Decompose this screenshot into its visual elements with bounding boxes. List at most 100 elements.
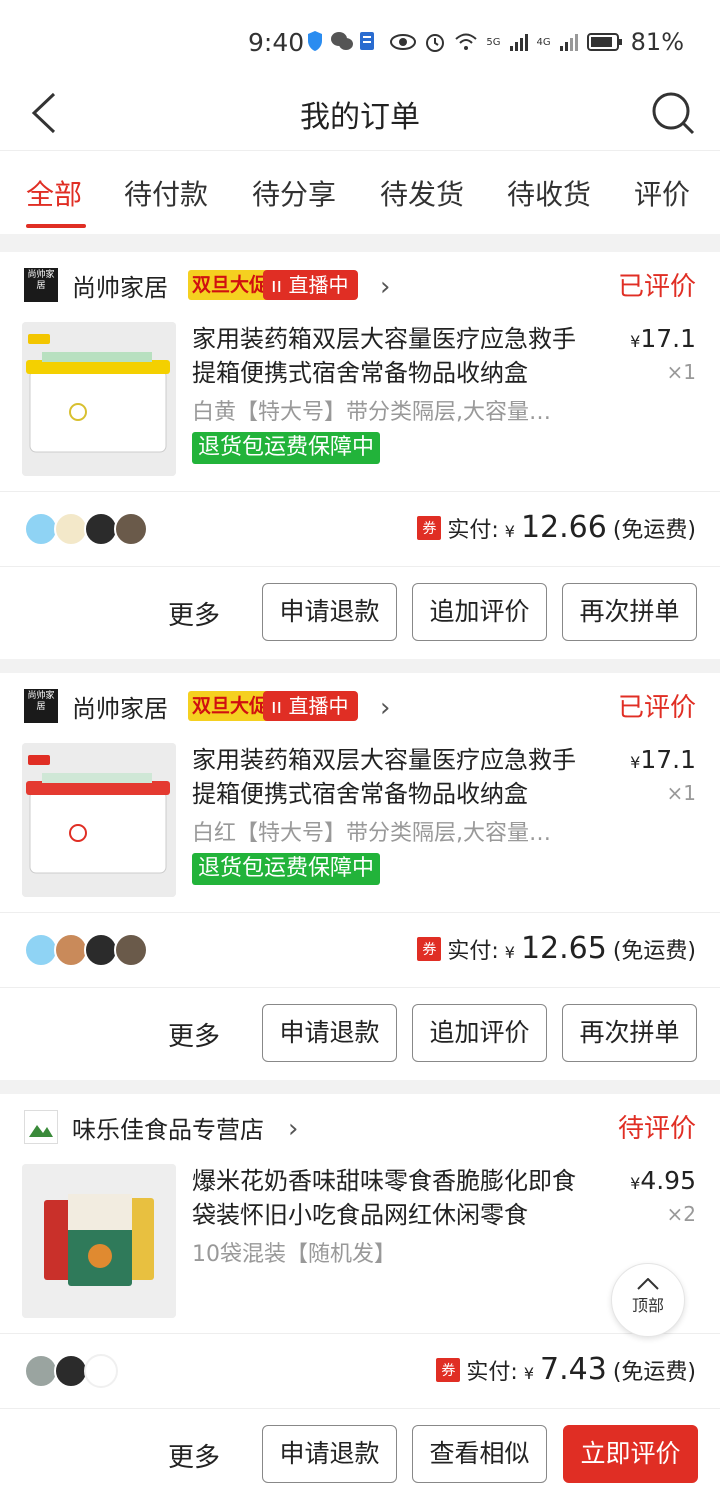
back-to-top-label: 顶部 bbox=[631, 1296, 664, 1315]
order-status: 已评价 bbox=[617, 272, 696, 302]
back-to-top-button[interactable]: 顶部 bbox=[611, 1263, 685, 1337]
medicine-box-image bbox=[22, 743, 176, 897]
avatar bbox=[84, 1354, 118, 1388]
guarantee-badge: 退货包运费保障中 bbox=[192, 853, 381, 885]
avatar bbox=[24, 933, 58, 967]
pay-row: 券 实付: ¥12.65 (免运费) bbox=[0, 912, 720, 987]
product-image[interactable] bbox=[22, 1164, 176, 1318]
shop-logo bbox=[24, 1110, 58, 1144]
signal-icon-2 bbox=[559, 34, 578, 51]
shop-name[interactable]: 尚帅家居 bbox=[72, 268, 168, 303]
status-bar: 9:40 5G 4G 81% bbox=[0, 0, 720, 80]
product-image[interactable] bbox=[22, 322, 176, 476]
avatar bbox=[114, 512, 148, 546]
search-icon[interactable] bbox=[650, 90, 696, 136]
pay-row: 券 实付: ¥7.43 (免运费) bbox=[0, 1333, 720, 1408]
pay-row: 券 实付: ¥12.66 (免运费) bbox=[0, 491, 720, 566]
avatar bbox=[84, 512, 118, 546]
order-card: 尚帅家居 尚帅家居 双旦大促 ıı 直播中 › 已评价 家用装药箱双层大容量医疗… bbox=[0, 673, 720, 1080]
coupon-badge: 券 bbox=[436, 1357, 461, 1382]
popcorn-bags-image bbox=[22, 1164, 176, 1318]
more-button[interactable]: 更多 bbox=[168, 595, 220, 632]
view-similar-button[interactable]: 查看相似 bbox=[412, 1425, 547, 1483]
review-now-button[interactable]: 立即评价 bbox=[563, 1425, 698, 1483]
chevron-right-icon[interactable]: › bbox=[380, 693, 390, 723]
shop-row[interactable]: 尚帅家居 尚帅家居 双旦大促 ıı 直播中 › 已评价 bbox=[0, 252, 720, 316]
product-qty: ×1 bbox=[666, 360, 696, 384]
live-bars-icon: ıı bbox=[271, 694, 289, 718]
product-price: ¥4.95 bbox=[630, 1166, 696, 1195]
avatar bbox=[54, 512, 88, 546]
shop-name[interactable]: 尚帅家居 bbox=[72, 689, 168, 724]
network-5g-label: 5G bbox=[486, 36, 501, 48]
more-button[interactable]: 更多 bbox=[168, 1437, 220, 1474]
chevron-up-icon bbox=[637, 1278, 659, 1290]
refund-button[interactable]: 申请退款 bbox=[262, 1425, 397, 1483]
order-tabs: 全部 待付款 待分享 待发货 待收货 评价 bbox=[0, 150, 720, 234]
status-right: 5G 4G 81% bbox=[390, 28, 684, 56]
reorder-button[interactable]: 再次拼单 bbox=[562, 583, 697, 641]
group-avatars[interactable] bbox=[24, 1354, 118, 1388]
medicine-box-image bbox=[22, 322, 176, 476]
action-row: 更多 申请退款 查看相似 立即评价 bbox=[0, 1408, 720, 1485]
live-badge[interactable]: ıı 直播中 bbox=[263, 270, 359, 300]
product-title[interactable]: 家用装药箱双层大容量医疗应急救手提箱便携式宿舍常备物品收纳盒 bbox=[192, 743, 592, 811]
product-qty: ×2 bbox=[666, 1202, 696, 1226]
refund-button[interactable]: 申请退款 bbox=[262, 583, 397, 641]
wechat-icon bbox=[331, 32, 353, 50]
group-avatars[interactable] bbox=[24, 512, 148, 546]
page-header: 我的订单 bbox=[0, 80, 720, 150]
product-image[interactable] bbox=[22, 743, 176, 897]
avatar bbox=[84, 933, 118, 967]
battery-percent: 81% bbox=[630, 28, 684, 56]
network-4g-label: 4G bbox=[536, 36, 551, 48]
coupon-badge: 券 bbox=[417, 936, 442, 961]
shop-row[interactable]: 味乐佳食品专营店 › 待评价 bbox=[0, 1094, 720, 1158]
status-time: 9:40 bbox=[248, 28, 305, 57]
product-price: ¥17.1 bbox=[630, 324, 696, 353]
tab-pending-share[interactable]: 待分享 bbox=[252, 173, 336, 213]
order-card: 尚帅家居 尚帅家居 双旦大促 ıı 直播中 › 已评价 家用装药箱双层大容量医疗… bbox=[0, 252, 720, 659]
group-avatars[interactable] bbox=[24, 933, 148, 967]
product-price: ¥17.1 bbox=[630, 745, 696, 774]
reorder-button[interactable]: 再次拼单 bbox=[562, 1004, 697, 1062]
shop-logo: 尚帅家居 bbox=[24, 689, 58, 723]
shop-row[interactable]: 尚帅家居 尚帅家居 双旦大促 ıı 直播中 › 已评价 bbox=[0, 673, 720, 737]
tab-pending-receipt[interactable]: 待收货 bbox=[507, 173, 591, 213]
product-qty: ×1 bbox=[666, 781, 696, 805]
signal-icon bbox=[509, 34, 528, 51]
eye-icon bbox=[390, 34, 417, 50]
chevron-right-icon[interactable]: › bbox=[380, 272, 390, 302]
tab-pending-shipment[interactable]: 待发货 bbox=[380, 173, 464, 213]
wifi-icon bbox=[455, 33, 478, 50]
action-row: 更多 申请退款 追加评价 再次拼单 bbox=[0, 566, 720, 659]
order-status: 待评价 bbox=[617, 1114, 696, 1144]
refund-button[interactable]: 申请退款 bbox=[262, 1004, 397, 1062]
tab-all[interactable]: 全部 bbox=[26, 173, 82, 213]
product-row[interactable]: 家用装药箱双层大容量医疗应急救手提箱便携式宿舍常备物品收纳盒 白红【特大号】带分… bbox=[0, 737, 720, 912]
tab-review[interactable]: 评价 bbox=[634, 173, 690, 213]
avatar bbox=[24, 1354, 58, 1388]
add-review-button[interactable]: 追加评价 bbox=[412, 583, 547, 641]
add-review-button[interactable]: 追加评价 bbox=[412, 1004, 547, 1062]
live-badge[interactable]: ıı 直播中 bbox=[263, 691, 359, 721]
shop-logo-image bbox=[29, 1125, 53, 1137]
avatar bbox=[24, 512, 58, 546]
shop-name[interactable]: 味乐佳食品专营店 bbox=[72, 1110, 264, 1145]
guarantee-badge: 退货包运费保障中 bbox=[192, 432, 381, 464]
promo-badge: 双旦大促 bbox=[188, 691, 273, 721]
app-notification-icon bbox=[360, 32, 374, 50]
product-title[interactable]: 家用装药箱双层大容量医疗应急救手提箱便携式宿舍常备物品收纳盒 bbox=[192, 322, 592, 390]
order-status: 已评价 bbox=[617, 693, 696, 723]
active-tab-indicator bbox=[26, 224, 86, 228]
product-spec: 10袋混装【随机发】 bbox=[192, 1242, 396, 1267]
chevron-right-icon[interactable]: › bbox=[288, 1114, 298, 1144]
tab-pending-payment[interactable]: 待付款 bbox=[124, 173, 208, 213]
product-row[interactable]: 家用装药箱双层大容量医疗应急救手提箱便携式宿舍常备物品收纳盒 白黄【特大号】带分… bbox=[0, 316, 720, 491]
coupon-badge: 券 bbox=[417, 515, 442, 540]
avatar bbox=[54, 1354, 88, 1388]
more-button[interactable]: 更多 bbox=[168, 1016, 220, 1053]
paid-amount: 券 实付: ¥7.43 (免运费) bbox=[436, 1352, 696, 1387]
action-row: 更多 申请退款 追加评价 再次拼单 bbox=[0, 987, 720, 1080]
product-title[interactable]: 爆米花奶香味甜味零食香脆膨化即食袋装怀旧小吃食品网红休闲零食 bbox=[192, 1164, 592, 1232]
